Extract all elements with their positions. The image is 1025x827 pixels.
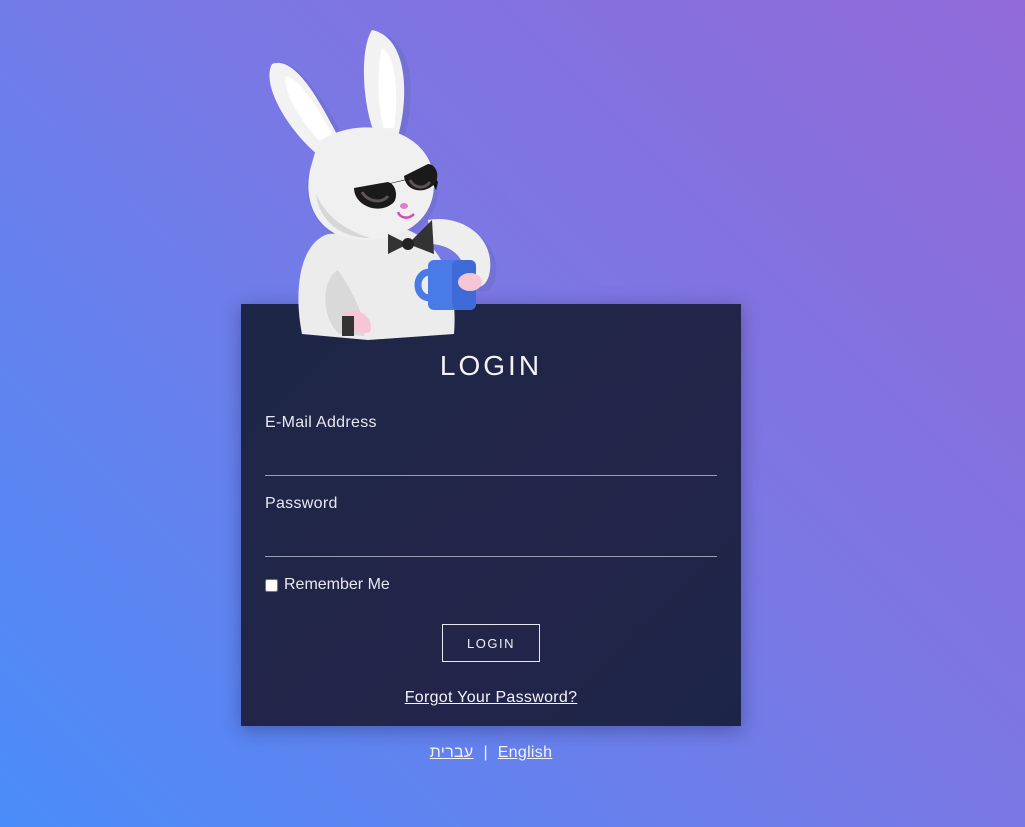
language-switcher: עברית | English [241,744,741,762]
language-separator: | [483,744,488,761]
remember-me-label: Remember Me [284,576,390,593]
login-button[interactable]: LOGIN [442,624,540,662]
language-link-hebrew[interactable]: עברית [430,744,474,761]
login-card: LOGIN E-Mail Address Password Remember M… [241,304,741,726]
language-link-english[interactable]: English [498,744,553,761]
forgot-password-link[interactable]: Forgot Your Password? [405,689,578,706]
remember-me-checkbox[interactable] [265,578,278,592]
email-label: E-Mail Address [265,414,377,431]
login-title: LOGIN [439,350,543,381]
email-field[interactable] [265,445,717,476]
bunny-mascot-icon [269,30,497,340]
remember-me-row[interactable]: Remember Me [265,576,390,594]
forgot-password-row: Forgot Your Password? [241,689,741,707]
password-field[interactable] [265,526,717,557]
password-label: Password [265,495,338,512]
